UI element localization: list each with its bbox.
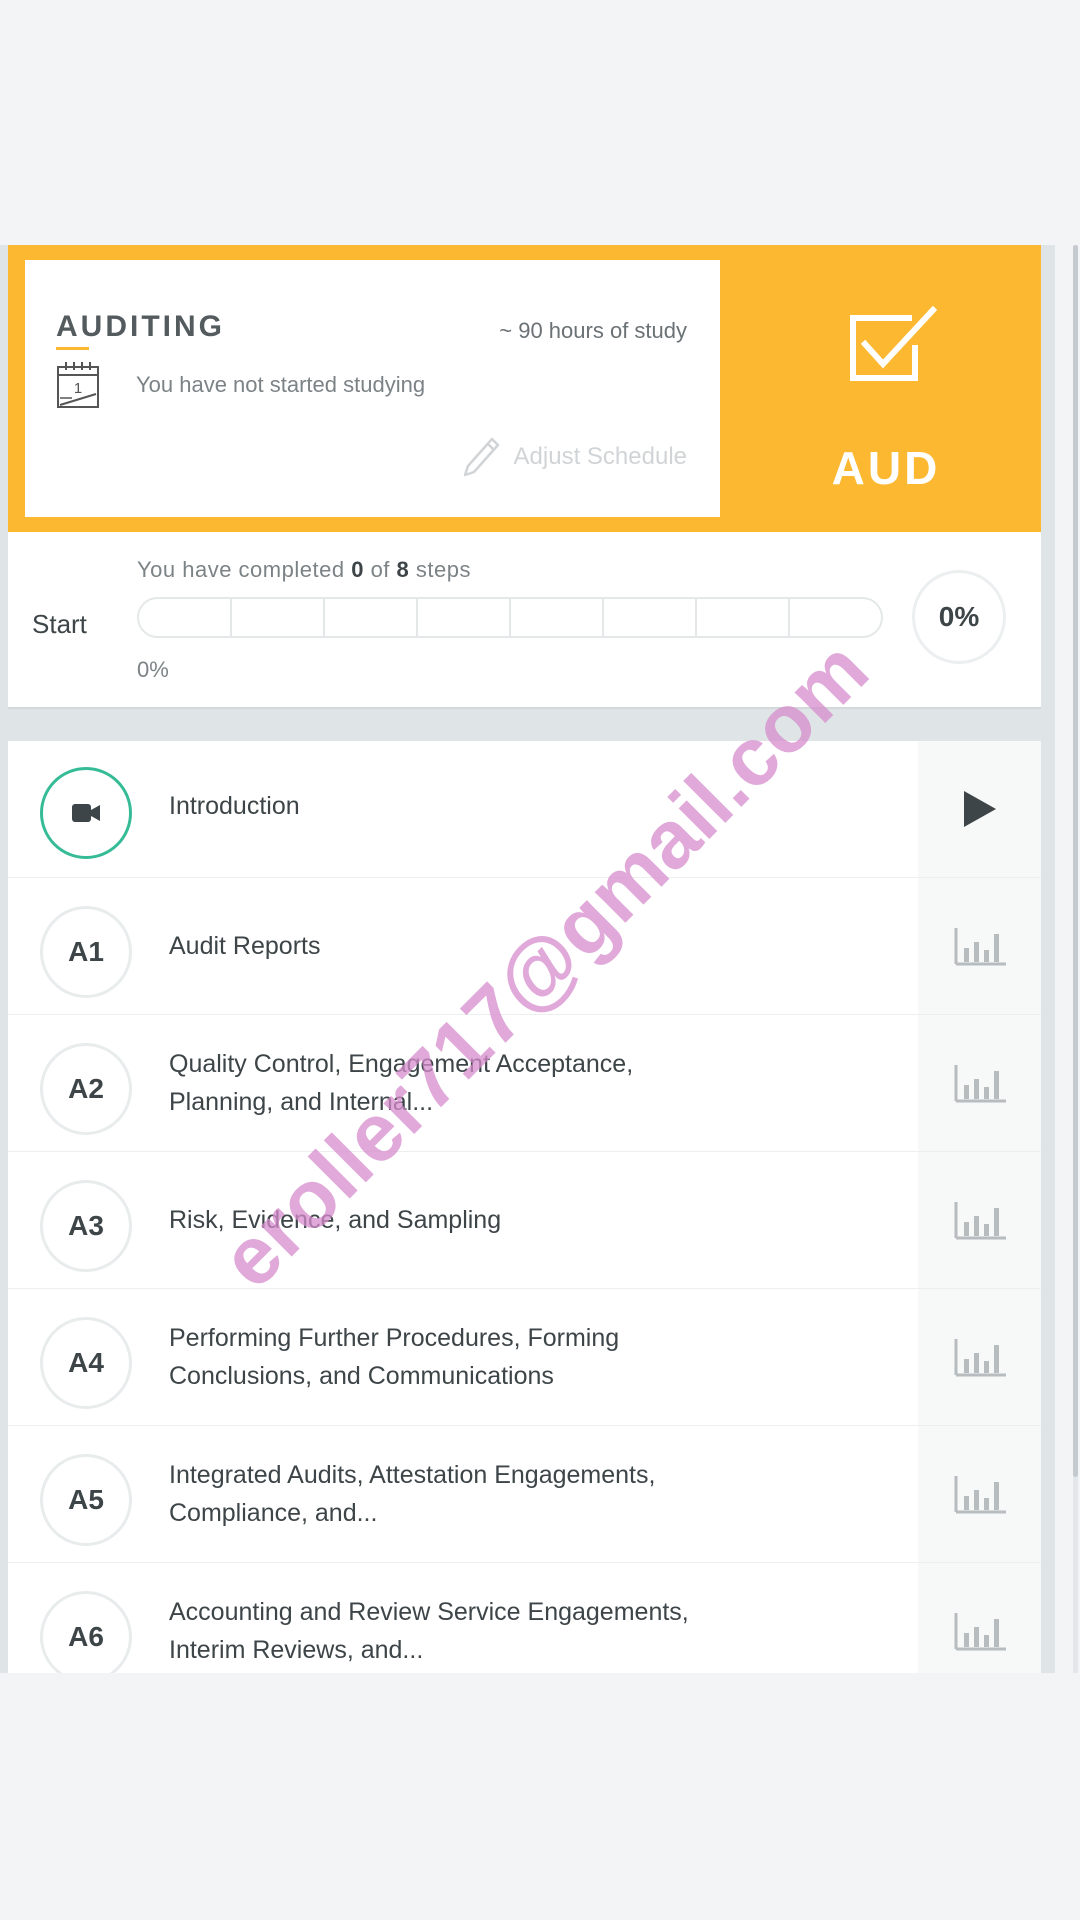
completed-count: 0 (351, 557, 364, 582)
subject-info-card: AUDITING ~ 90 hours of study 1 You have … (25, 260, 720, 517)
start-label: Start (32, 609, 87, 639)
lesson-badge: A2 (40, 1043, 132, 1135)
lesson-badge (40, 767, 132, 859)
subject-title: AUDITING (56, 310, 225, 343)
bar-chart-icon (954, 1611, 1006, 1651)
progress-segment (511, 599, 604, 636)
completed-prefix: You have completed (137, 557, 345, 582)
lesson-row[interactable]: A5 Integrated Audits, Attestation Engagem… (8, 1426, 1041, 1563)
progress-percent-circle: 0% (912, 570, 1006, 664)
scrollbar[interactable] (1073, 245, 1078, 1673)
study-hours: ~ 90 hours of study (499, 318, 687, 343)
stats-button[interactable] (918, 1289, 1041, 1425)
stats-button[interactable] (918, 1152, 1041, 1288)
progress-segment (139, 599, 232, 636)
title-underline (56, 347, 89, 350)
video-camera-icon (71, 802, 101, 824)
lesson-badge: A1 (40, 906, 132, 998)
completed-of: of (370, 557, 390, 582)
lesson-badge: A6 (40, 1591, 132, 1673)
bar-chart-icon (954, 1063, 1006, 1103)
lesson-list: Introduction A1 Audit Reports A2 Quality Con… (8, 741, 1041, 1673)
completed-suffix: steps (415, 557, 472, 582)
lesson-title: Integrated Audits, Attestation Engagemen… (169, 1461, 656, 1527)
lesson-title: Performing Further Procedures, Forming C… (169, 1324, 620, 1390)
scrollbar-thumb[interactable] (1073, 245, 1078, 1477)
calendar-icon: 1 (57, 362, 99, 408)
progress-bar-percent: 0% (137, 657, 169, 682)
lesson-row[interactable]: A2 Quality Control, Engagement Acceptance… (8, 1015, 1041, 1152)
stats-button[interactable] (918, 1563, 1041, 1673)
bar-chart-icon (954, 1337, 1006, 1377)
lesson-title: Risk, Evidence, and Sampling (169, 1206, 502, 1234)
study-status-text: You have not started studying (136, 372, 426, 397)
lesson-badge: A4 (40, 1317, 132, 1409)
adjust-schedule-button[interactable]: Adjust Schedule (462, 436, 687, 478)
stats-button[interactable] (918, 1015, 1041, 1151)
bar-chart-icon (954, 1474, 1006, 1514)
lesson-row[interactable]: A1 Audit Reports (8, 878, 1041, 1015)
lesson-title: Audit Reports (169, 932, 321, 960)
pencil-icon (463, 437, 499, 477)
progress-segment (232, 599, 325, 636)
progress-card: Start You have completed 0 of 8 steps 0%… (8, 532, 1041, 709)
progress-segment (697, 599, 790, 636)
bar-chart-icon (954, 1200, 1006, 1240)
total-steps: 8 (396, 557, 410, 582)
lesson-row[interactable]: A4 Performing Further Procedures, Forming… (8, 1289, 1041, 1426)
lesson-row[interactable]: A6 Accounting and Review Service Engageme… (8, 1563, 1041, 1673)
stats-button[interactable] (918, 878, 1041, 1014)
stats-button[interactable] (918, 1426, 1041, 1562)
svg-text:1: 1 (74, 380, 82, 397)
lesson-title: Quality Control, Engagement Acceptance, … (169, 1050, 634, 1116)
adjust-schedule-label: Adjust Schedule (513, 443, 687, 470)
subject-code: AUD (831, 442, 941, 494)
lesson-row[interactable]: Introduction (8, 741, 1041, 878)
lesson-badge: A5 (40, 1454, 132, 1546)
lesson-badge: A3 (40, 1180, 132, 1272)
bar-chart-icon (954, 926, 1006, 966)
progress-segment (790, 599, 881, 636)
lesson-title: Introduction (169, 792, 300, 820)
play-icon (962, 789, 998, 829)
lesson-title: Accounting and Review Service Engagement… (169, 1598, 689, 1664)
progress-segment (325, 599, 418, 636)
lesson-row[interactable]: A3 Risk, Evidence, and Sampling (8, 1152, 1041, 1289)
subject-header-card: AUDITING ~ 90 hours of study 1 You have … (8, 245, 1041, 532)
progress-segment (418, 599, 511, 636)
progress-segment (604, 599, 697, 636)
checkbox-checked-icon (850, 306, 938, 381)
play-button[interactable] (918, 741, 1041, 877)
completed-steps-text: You have completed 0 of 8 steps (137, 557, 471, 583)
progress-bar (137, 597, 883, 638)
